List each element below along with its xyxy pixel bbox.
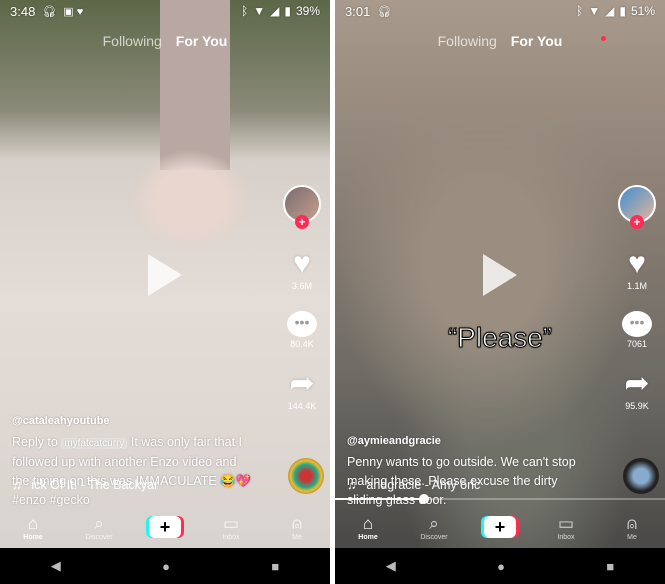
home-button[interactable]: ●: [162, 559, 170, 574]
search-icon: ⌕: [94, 513, 104, 533]
recents-button[interactable]: ■: [271, 559, 279, 574]
status-time: 3:48: [10, 3, 36, 19]
inbox-icon: ▭: [222, 513, 240, 533]
status-bar: 3:48 🎧︎ ▣ ♥ ᛒ ▼ ◢ ▮ 39%: [0, 0, 330, 22]
bottom-nav: ⌂ Home ⌕ Discover + ▭ Inbox ⍝ Me: [335, 506, 665, 548]
follow-plus-icon[interactable]: +: [630, 215, 644, 229]
action-rail: + ♥ 1.1M ••• 7061 ➦ 95.9K: [617, 185, 657, 411]
back-button[interactable]: ◀: [386, 558, 396, 574]
mention-tag[interactable]: myfatcatcurry: [61, 438, 128, 449]
share-arrow-icon[interactable]: ➦: [624, 369, 649, 399]
music-title: ick Of It! - The Backyar: [31, 478, 159, 492]
share-count: 144.4K: [287, 401, 317, 411]
status-bar: 3:01 🎧︎ ᛒ ▼ ◢ ▮ 51%: [335, 0, 665, 22]
search-icon: ⌕: [429, 513, 439, 533]
music-title: andgracie - Amy oric: [366, 478, 481, 492]
home-button[interactable]: ●: [497, 559, 505, 574]
heart-icon[interactable]: ♥: [628, 249, 646, 279]
create-plus-button[interactable]: +: [484, 516, 516, 538]
inbox-icon: ▭: [557, 513, 575, 533]
nav-home[interactable]: ⌂ Home: [8, 514, 58, 541]
headphones-icon: 🎧︎: [42, 5, 57, 18]
feed-tabs: Following For You: [0, 33, 330, 49]
creator-username[interactable]: @aymieandgracie: [347, 432, 587, 451]
profile-icon: ⍝: [626, 513, 638, 533]
nav-me[interactable]: ⍝ Me: [607, 514, 657, 541]
nav-create[interactable]: +: [475, 516, 525, 538]
battery-icon: ▮: [284, 4, 291, 18]
creator-username[interactable]: @cataleahyoutube: [12, 412, 252, 431]
tab-following[interactable]: Following: [103, 33, 162, 49]
tab-for-you[interactable]: For You: [511, 33, 563, 49]
headphones-icon: 🎧︎: [377, 5, 392, 18]
comment-icon[interactable]: •••: [622, 311, 652, 337]
nav-inbox[interactable]: ▭ Inbox: [206, 514, 256, 541]
nav-create[interactable]: +: [140, 516, 190, 538]
wifi-icon: ▼: [588, 4, 601, 18]
tab-following[interactable]: Following: [438, 33, 606, 49]
android-nav-bar: ◀ ● ■: [335, 548, 665, 584]
comment-icon[interactable]: •••: [287, 311, 317, 337]
video-caption: @cataleahyoutube Reply to myfatcatcurry …: [12, 412, 252, 510]
music-disc[interactable]: [288, 458, 324, 494]
status-time: 3:01: [345, 3, 371, 19]
share-count: 95.9K: [625, 401, 649, 411]
reply-prefix: Reply to: [12, 435, 58, 449]
feed-tabs: Following For You: [335, 33, 665, 49]
play-icon[interactable]: [483, 254, 517, 296]
nav-inbox[interactable]: ▭ Inbox: [541, 514, 591, 541]
bluetooth-icon: ᛒ: [241, 4, 249, 18]
tiktok-phone-screen: “Please” 3:01 🎧︎ ᛒ ▼ ◢ ▮ 51% Following F…: [335, 0, 665, 584]
nav-home[interactable]: ⌂ Home: [343, 514, 393, 541]
play-icon[interactable]: [148, 254, 182, 296]
home-icon: ⌂: [362, 513, 374, 533]
heart-icon[interactable]: ♥: [293, 249, 311, 279]
comment-count: 7061: [626, 339, 648, 349]
nav-discover[interactable]: ⌕ Discover: [409, 514, 459, 541]
battery-icon: ▮: [619, 4, 626, 18]
battery-percent: 39%: [295, 4, 320, 18]
new-content-dot: [600, 36, 606, 41]
video-overlay-text: “Please”: [447, 322, 553, 354]
music-info[interactable]: ♫ andgracie - Amy oric: [347, 478, 480, 492]
comment-count: 80.4K: [290, 339, 314, 349]
android-nav-bar: ◀ ● ■: [0, 548, 330, 584]
music-info[interactable]: ♫ ick Of It! - The Backyar: [12, 478, 158, 492]
battery-percent: 51%: [630, 4, 655, 18]
music-disc[interactable]: [623, 458, 659, 494]
bluetooth-icon: ᛒ: [576, 4, 584, 18]
follow-plus-icon[interactable]: +: [295, 215, 309, 229]
nav-me[interactable]: ⍝ Me: [272, 514, 322, 541]
like-count: 1.1M: [626, 281, 647, 291]
signal-icon: ◢: [605, 4, 615, 18]
music-note-icon: ♫: [12, 478, 22, 492]
signal-icon: ◢: [270, 4, 280, 18]
recents-button[interactable]: ■: [606, 559, 614, 574]
progress-fill: [335, 498, 425, 500]
action-rail: + ♥ 3.6M ••• 80.4K ➦ 144.4K: [282, 185, 322, 411]
notification-icons: ▣ ♥: [63, 5, 84, 18]
music-note-icon: ♫: [347, 478, 357, 492]
share-arrow-icon[interactable]: ➦: [289, 369, 314, 399]
nav-discover[interactable]: ⌕ Discover: [74, 514, 124, 541]
back-button[interactable]: ◀: [51, 558, 61, 574]
video-progress-bar[interactable]: [335, 494, 665, 504]
bottom-nav: ⌂ Home ⌕ Discover + ▭ Inbox ⍝ Me: [0, 506, 330, 548]
like-count: 3.6M: [291, 281, 312, 291]
wifi-icon: ▼: [253, 4, 266, 18]
home-icon: ⌂: [27, 513, 39, 533]
tab-for-you[interactable]: For You: [176, 33, 228, 49]
tiktok-phone-screen: 3:48 🎧︎ ▣ ♥ ᛒ ▼ ◢ ▮ 39% Following For Yo…: [0, 0, 330, 584]
profile-icon: ⍝: [291, 513, 303, 533]
create-plus-button[interactable]: +: [149, 516, 181, 538]
